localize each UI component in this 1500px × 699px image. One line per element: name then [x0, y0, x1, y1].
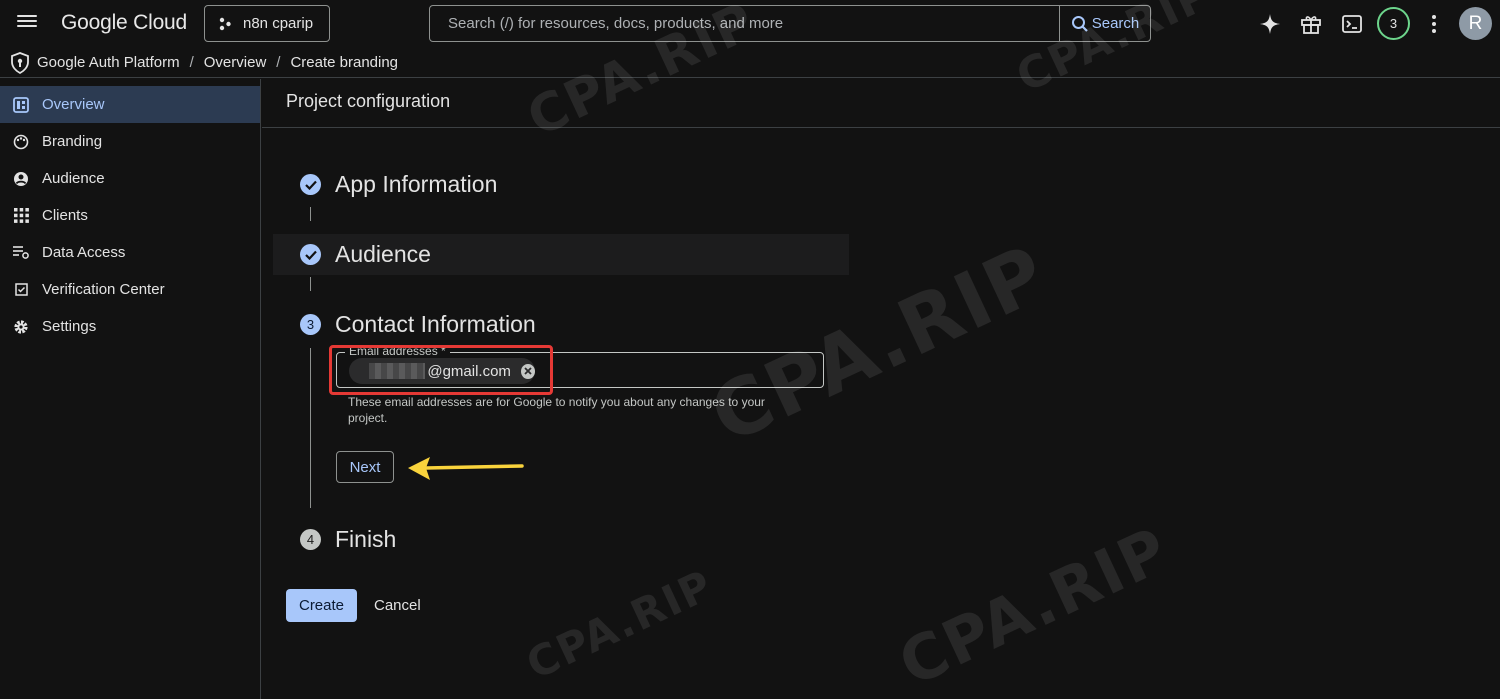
breadcrumb-item-create-branding: Create branding [290, 54, 399, 71]
next-button[interactable]: Next [336, 451, 394, 483]
account-avatar[interactable]: R [1459, 7, 1492, 40]
sidebar-item-data-access[interactable]: Data Access [0, 234, 260, 271]
check-circle-icon [300, 174, 321, 195]
step-label: Contact Information [335, 311, 536, 337]
search-bar: Search [429, 5, 1151, 42]
data-access-icon [12, 244, 30, 262]
create-button[interactable]: Create [286, 589, 357, 622]
step-audience[interactable]: Audience [300, 241, 431, 268]
divider [262, 127, 1500, 128]
sidebar-item-branding[interactable]: Branding [0, 123, 260, 160]
cancel-button[interactable]: Cancel [374, 589, 421, 622]
gear-icon [12, 318, 30, 336]
search-button[interactable]: Search [1059, 6, 1150, 41]
annotation-highlight-box [329, 345, 553, 395]
main-content: Project configuration App Information Au… [262, 79, 1500, 699]
search-icon [1071, 15, 1088, 32]
sidebar-item-label: Clients [42, 207, 88, 224]
sidebar-item-label: Overview [42, 96, 105, 113]
email-helper-text: These email addresses are for Google to … [348, 395, 765, 425]
step-finish[interactable]: 4 Finish [300, 526, 396, 553]
cloud-shell-terminal-icon[interactable] [1337, 9, 1367, 39]
sidebar-item-settings[interactable]: Settings [0, 308, 260, 345]
menu-icon[interactable] [14, 12, 40, 36]
sidebar-item-verification-center[interactable]: Verification Center [0, 271, 260, 308]
check-circle-icon [300, 244, 321, 265]
grid-icon [12, 207, 30, 225]
checkbox-icon [12, 281, 30, 299]
google-cloud-logo[interactable]: Google Cloud [61, 11, 187, 35]
sidebar-item-clients[interactable]: Clients [0, 197, 260, 234]
sidebar-item-label: Settings [42, 318, 97, 335]
step-number: 3 [300, 314, 321, 335]
search-input[interactable] [430, 6, 1059, 41]
more-vert-icon[interactable] [1419, 9, 1449, 39]
palette-icon [12, 133, 30, 151]
breadcrumb: Google Auth Platform / Overview / Create… [0, 48, 1500, 78]
step-label: Finish [335, 526, 397, 552]
person-icon [12, 170, 30, 188]
sidebar-item-label: Audience [42, 170, 105, 187]
project-icon [219, 17, 231, 30]
step-contact-information[interactable]: 3 Contact Information [300, 311, 536, 338]
annotation-arrow-icon [408, 457, 524, 480]
sidebar-item-label: Verification Center [42, 281, 165, 298]
step-label: Audience [335, 241, 431, 267]
step-label: App Information [335, 171, 498, 197]
gift-icon[interactable] [1296, 9, 1326, 39]
breadcrumb-separator: / [189, 54, 194, 71]
search-button-label: Search [1091, 15, 1140, 32]
top-bar: Google Cloud n8n cparip Search 3 R [0, 0, 1500, 48]
sidebar-item-label: Data Access [42, 244, 126, 261]
page-title: Project configuration [286, 91, 451, 111]
step-connector [310, 207, 311, 221]
step-number: 4 [300, 529, 321, 550]
step-connector [310, 277, 311, 291]
gemini-sparkle-icon[interactable] [1255, 9, 1285, 39]
sidebar-item-audience[interactable]: Audience [0, 160, 260, 197]
sidebar-item-overview[interactable]: Overview [0, 86, 260, 123]
breadcrumb-item-auth-platform[interactable]: Google Auth Platform [37, 54, 180, 71]
dashboard-icon [12, 96, 30, 114]
sidebar-item-label: Branding [42, 133, 103, 150]
notifications-badge[interactable]: 3 [1377, 7, 1410, 40]
project-name: n8n cparip [243, 15, 314, 32]
sidebar: Overview Branding Audience Clients Data … [0, 79, 261, 699]
step-app-information[interactable]: App Information [300, 171, 497, 198]
breadcrumb-item-overview[interactable]: Overview [204, 54, 267, 71]
breadcrumb-separator: / [276, 54, 281, 71]
step-connector [310, 348, 311, 508]
project-picker-button[interactable]: n8n cparip [204, 5, 330, 42]
shield-icon [11, 51, 29, 74]
